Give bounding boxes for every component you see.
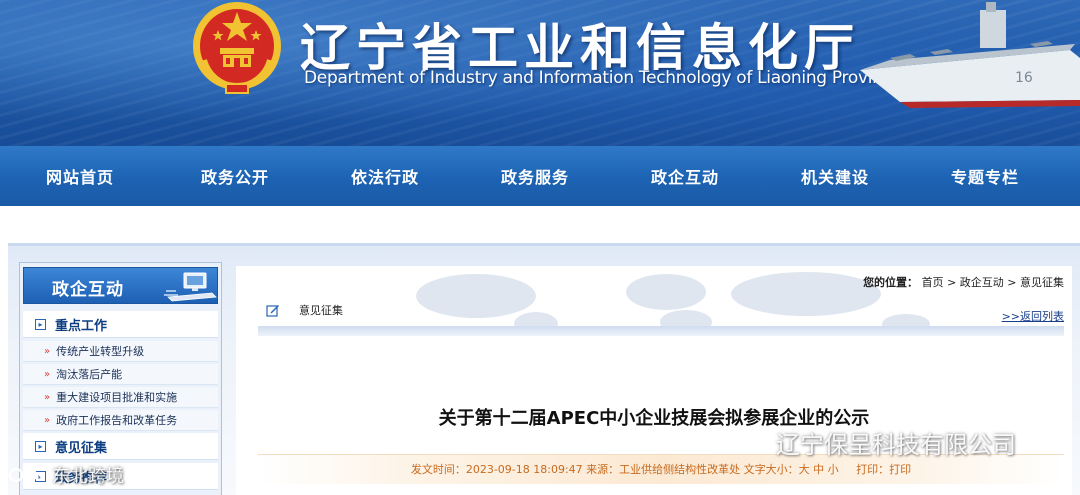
divider	[258, 326, 1064, 336]
breadcrumb: 您的位置： 首页 > 政企互动 > 意见征集	[863, 274, 1064, 290]
nav-item-law-administration[interactable]: 依法行政	[310, 164, 460, 188]
article-meta: 发文时间：2023-09-18 18:09:47 来源：工业供给侧结构性改革处 …	[258, 461, 1064, 477]
meta-source: 工业供给侧结构性改革处	[619, 463, 741, 476]
sidebar-cat-label: 重点工作	[55, 318, 108, 334]
sidebar-item-label: 淘汰落后产能	[56, 368, 123, 381]
national-emblem-icon	[193, 2, 281, 94]
wechat-icon	[740, 430, 769, 453]
sidebar-item-gov-report[interactable]: » 政府工作报告和改革任务	[23, 410, 218, 431]
nav-item-gov-services[interactable]: 政务服务	[460, 164, 610, 188]
sidebar-item-label: 重大建设项目批准和实施	[56, 391, 178, 404]
sidebar: 政企互动 ▸ 重点工作 » 传统产业转型升级 » 淘汰落后产能 » 重大建设项目…	[19, 262, 222, 495]
breadcrumb-separator: >	[1007, 276, 1020, 289]
sidebar-item-major-projects[interactable]: » 重大建设项目批准和实施	[23, 387, 218, 408]
aircraft-carrier-image: 16	[860, 2, 1080, 108]
font-size-medium[interactable]: 中	[813, 463, 824, 476]
breadcrumb-label: 您的位置：	[863, 276, 919, 289]
edit-pen-icon	[266, 305, 279, 317]
sidebar-header-label: 政企互动	[52, 280, 124, 300]
nav-item-home[interactable]: 网站首页	[0, 164, 160, 188]
meta-font-label: 文字大小：	[743, 463, 799, 476]
bullet-icon: »	[44, 345, 51, 357]
breadcrumb-home[interactable]: 首页	[922, 276, 944, 289]
nav-item-gov-affairs-public[interactable]: 政务公开	[160, 164, 310, 188]
meta-date-label: 发文时间：	[410, 463, 466, 476]
meta-date: 2023-09-18 18:09:47	[465, 463, 583, 476]
watermark-logo-icon	[9, 468, 45, 482]
chevron-right-icon: ▸	[35, 318, 46, 330]
sidebar-item-eliminate-capacity[interactable]: » 淘汰落后产能	[23, 364, 218, 385]
hull-number: 16	[1015, 70, 1033, 86]
sidebar-item-industry-upgrade[interactable]: » 传统产业转型升级	[23, 341, 218, 362]
watermark-left-text: 东北跨境	[52, 466, 124, 487]
bullet-icon: »	[44, 414, 51, 426]
main-nav: 网站首页 政务公开 依法行政 政务服务 政企互动 机关建设 专题专栏	[0, 146, 1080, 206]
sidebar-cat-opinion-collection[interactable]: ▸ 意见征集	[23, 433, 218, 460]
breadcrumb-separator: >	[947, 276, 960, 289]
nav-item-special-topics[interactable]: 专题专栏	[910, 164, 1060, 188]
site-banner: 辽宁省工业和信息化厅 Department of Industry and In…	[0, 0, 1080, 146]
breadcrumb-opinion-collection[interactable]: 意见征集	[1020, 276, 1064, 289]
bullet-icon: »	[44, 368, 51, 380]
watermark-left: 东北跨境	[8, 462, 124, 488]
watermark-right: 辽宁保呈科技有限公司	[740, 425, 1016, 460]
print-link[interactable]: 打印	[889, 463, 911, 476]
nav-item-organ-building[interactable]: 机关建设	[760, 164, 910, 188]
main-panel: 您的位置： 首页 > 政企互动 > 意见征集 意见征集 >>返回列表 关于第十二…	[236, 266, 1072, 495]
bullet-icon: »	[44, 391, 51, 403]
chevron-right-icon: ▸	[35, 440, 46, 452]
site-title-en: Department of Industry and Information T…	[304, 68, 902, 88]
back-to-list-link[interactable]: >>返回列表	[1002, 308, 1064, 324]
font-size-small[interactable]: 小	[828, 463, 839, 476]
watermark-right-text: 辽宁保呈科技有限公司	[776, 431, 1016, 459]
computer-icon	[164, 272, 217, 302]
font-size-large[interactable]: 大	[799, 463, 810, 476]
meta-source-label: 来源：	[586, 463, 620, 476]
sidebar-cat-key-work[interactable]: ▸ 重点工作	[23, 311, 218, 338]
breadcrumb-gov-enterprise[interactable]: 政企互动	[960, 276, 1004, 289]
nav-item-gov-enterprise-interaction[interactable]: 政企互动	[610, 164, 760, 188]
meta-print-label: 打印：	[856, 463, 890, 476]
section-title: 意见征集	[299, 304, 343, 317]
sidebar-header: 政企互动	[23, 267, 218, 304]
sidebar-item-label: 传统产业转型升级	[56, 345, 145, 358]
sidebar-cat-label: 意见征集	[55, 440, 108, 456]
sidebar-item-label: 政府工作报告和改革任务	[56, 414, 178, 427]
